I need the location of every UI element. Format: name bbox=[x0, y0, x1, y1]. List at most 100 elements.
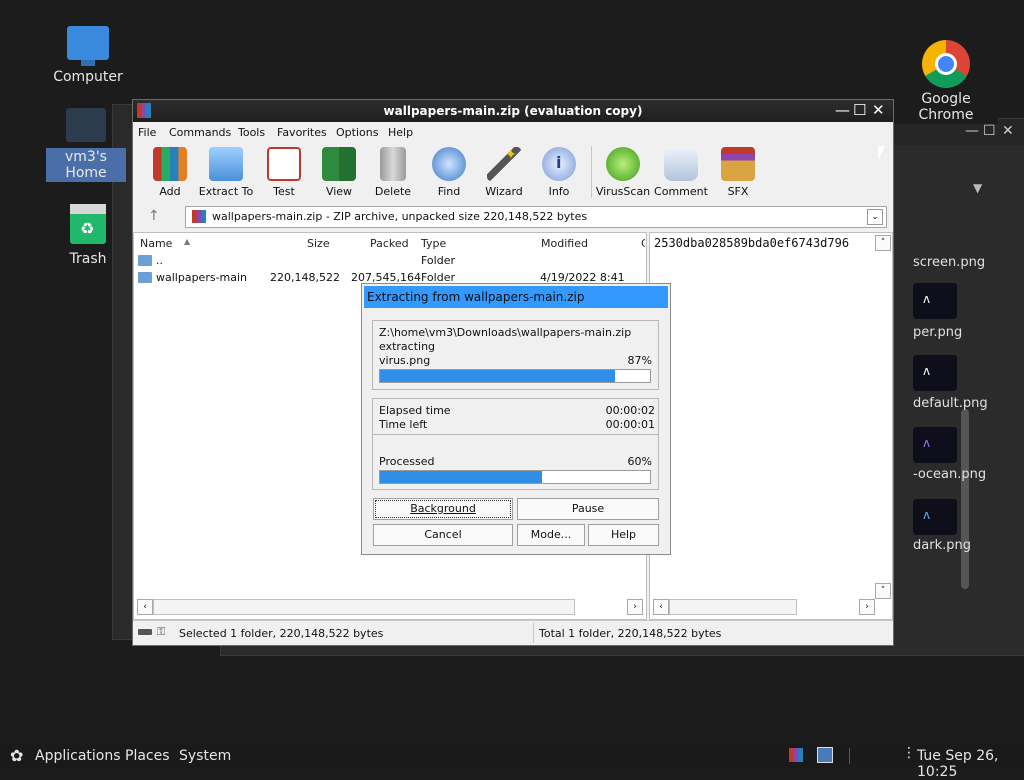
desktop-icon-computer[interactable]: Computer bbox=[50, 26, 126, 86]
toolbar-label: Wizard bbox=[485, 185, 523, 198]
close-icon[interactable]: ✕ bbox=[872, 101, 885, 119]
timeleft-value: 00:00:01 bbox=[605, 418, 655, 431]
find-button[interactable]: Find bbox=[419, 144, 479, 198]
wizard-button[interactable]: ✦ Wizard bbox=[474, 144, 534, 198]
row-name: wallpapers-main bbox=[156, 271, 248, 284]
window-list-icon[interactable] bbox=[817, 747, 833, 763]
image-thumbnail[interactable]: ᴧ bbox=[913, 355, 957, 391]
scroll-down-icon[interactable]: ˅ bbox=[875, 583, 891, 599]
toolbar-label: SFX bbox=[727, 185, 749, 198]
archive-path: Z:\home\vm3\Downloads\wallpapers-main.zi… bbox=[379, 326, 632, 339]
file-progress-fill bbox=[380, 370, 615, 382]
column-header-extra[interactable]: C bbox=[641, 237, 645, 250]
address-bar[interactable]: wallpapers-main.zip - ZIP archive, unpac… bbox=[185, 206, 887, 228]
menu-bar: File Commands Tools Favorites Options He… bbox=[133, 122, 893, 142]
image-thumbnail[interactable]: ᴧ bbox=[913, 427, 957, 463]
up-arrow-icon[interactable]: ↑ bbox=[148, 208, 160, 224]
desktop-icon-trash[interactable]: ♻ Trash bbox=[52, 204, 124, 268]
separator bbox=[849, 748, 850, 764]
table-row[interactable]: .. Folder bbox=[136, 253, 641, 269]
pause-button[interactable]: Pause bbox=[517, 498, 659, 520]
desktop-icon-chrome[interactable]: Google Chrome bbox=[894, 40, 998, 124]
toolbar: Add Extract To Test View Delete Find ✦ W… bbox=[133, 142, 893, 204]
folder-extract-icon bbox=[209, 147, 243, 181]
scroll-left-icon[interactable]: ‹ bbox=[653, 599, 669, 615]
horizontal-scrollbar[interactable] bbox=[669, 599, 797, 615]
column-header-type[interactable]: Type bbox=[421, 237, 446, 250]
column-header-name[interactable]: Name bbox=[140, 237, 172, 250]
status-bar: ⚿ Selected 1 folder, 220,148,522 bytes T… bbox=[133, 620, 893, 645]
toolbar-label: Add bbox=[159, 185, 181, 198]
toolbar-label: Extract To bbox=[198, 185, 254, 198]
scroll-right-icon[interactable]: › bbox=[859, 599, 875, 615]
gnome-foot-icon[interactable]: ✿ bbox=[10, 746, 23, 765]
archive-icon bbox=[192, 210, 206, 223]
system-menu[interactable]: System bbox=[179, 748, 231, 764]
winrar-tray-icon[interactable] bbox=[789, 748, 803, 762]
background-button[interactable]: Background bbox=[373, 498, 513, 520]
status-selected: Selected 1 folder, 220,148,522 bytes bbox=[179, 627, 384, 640]
scroll-right-icon[interactable]: › bbox=[627, 599, 643, 615]
scrollbar[interactable] bbox=[961, 409, 969, 589]
window-titlebar[interactable]: wallpapers-main.zip (evaluation copy) — … bbox=[133, 100, 893, 122]
sfx-button[interactable]: SFX bbox=[708, 144, 768, 198]
file-percent: 87% bbox=[627, 354, 652, 367]
desktop-icon-home[interactable]: vm3's Home bbox=[46, 108, 126, 182]
desktop-icon-label: Trash bbox=[69, 251, 107, 267]
info-button[interactable]: i Info bbox=[529, 144, 589, 198]
cancel-button[interactable]: Cancel bbox=[373, 524, 513, 546]
toolbar-label: Comment bbox=[654, 185, 708, 198]
magic-wand-icon: ✦ bbox=[487, 147, 521, 181]
test-button[interactable]: Test bbox=[254, 144, 314, 198]
menu-commands[interactable]: Commands bbox=[169, 126, 231, 139]
file-progress-group: Z:\home\vm3\Downloads\wallpapers-main.zi… bbox=[372, 320, 659, 390]
applications-menu[interactable]: Applications bbox=[35, 748, 121, 764]
delete-button[interactable]: Delete bbox=[363, 144, 423, 198]
scroll-up-icon[interactable]: ˄ bbox=[875, 235, 891, 251]
folder-icon bbox=[138, 272, 152, 283]
column-header-size[interactable]: Size bbox=[307, 237, 330, 250]
minimize-icon[interactable]: — bbox=[965, 123, 979, 139]
add-button[interactable]: Add bbox=[140, 144, 200, 198]
elapsed-label: Elapsed time bbox=[379, 404, 451, 417]
file-label: screen.png bbox=[913, 255, 986, 270]
virusscan-button[interactable]: VirusScan bbox=[593, 144, 653, 198]
sort-arrow-icon: ▲ bbox=[184, 237, 191, 246]
menu-file[interactable]: File bbox=[138, 126, 156, 139]
status-divider bbox=[533, 623, 534, 643]
menu-tools[interactable]: Tools bbox=[238, 126, 265, 139]
close-icon[interactable]: ✕ bbox=[1002, 123, 1014, 139]
chevron-down-icon[interactable]: ⌄ bbox=[867, 209, 883, 225]
scroll-left-icon[interactable]: ‹ bbox=[137, 599, 153, 615]
file-label: default.png bbox=[913, 396, 988, 411]
comment-button[interactable]: Comment bbox=[651, 144, 711, 198]
kebab-menu-icon[interactable]: ⋮ bbox=[902, 745, 916, 761]
clock: Tue Sep 26, 10:25 bbox=[917, 748, 999, 780]
menu-help[interactable]: Help bbox=[388, 126, 413, 139]
row-size: 220,148,522 bbox=[270, 271, 340, 284]
menu-options[interactable]: Options bbox=[336, 126, 378, 139]
help-button[interactable]: Help bbox=[588, 524, 659, 546]
toolbar-label: Info bbox=[548, 185, 570, 198]
toolbar-label: VirusScan bbox=[595, 185, 651, 198]
mode-button[interactable]: Mode... bbox=[517, 524, 585, 546]
maximize-icon[interactable]: ☐ bbox=[853, 101, 866, 119]
image-thumbnail[interactable]: ᴧ bbox=[913, 499, 957, 535]
action-text: extracting bbox=[379, 340, 436, 353]
dialog-titlebar[interactable]: Extracting from wallpapers-main.zip bbox=[364, 286, 668, 308]
horizontal-scrollbar[interactable] bbox=[153, 599, 575, 615]
maximize-icon[interactable]: ☐ bbox=[983, 123, 996, 139]
column-header-modified[interactable]: Modified bbox=[541, 237, 588, 250]
column-header-packed[interactable]: Packed bbox=[370, 237, 409, 250]
places-menu[interactable]: Places bbox=[125, 748, 170, 764]
minimize-icon[interactable]: — bbox=[835, 101, 850, 119]
image-thumbnail[interactable]: ᴧ bbox=[913, 283, 957, 319]
toolbar-label: Test bbox=[273, 185, 295, 198]
toolbar-label: Find bbox=[437, 185, 461, 198]
extract-to-button[interactable]: Extract To bbox=[196, 144, 256, 198]
menu-favorites[interactable]: Favorites bbox=[277, 126, 327, 139]
view-button[interactable]: View bbox=[309, 144, 369, 198]
dropdown-arrow-icon[interactable]: ▼ bbox=[973, 181, 982, 195]
total-progress-bar bbox=[379, 470, 651, 484]
toolbar-label: Delete bbox=[374, 185, 412, 198]
